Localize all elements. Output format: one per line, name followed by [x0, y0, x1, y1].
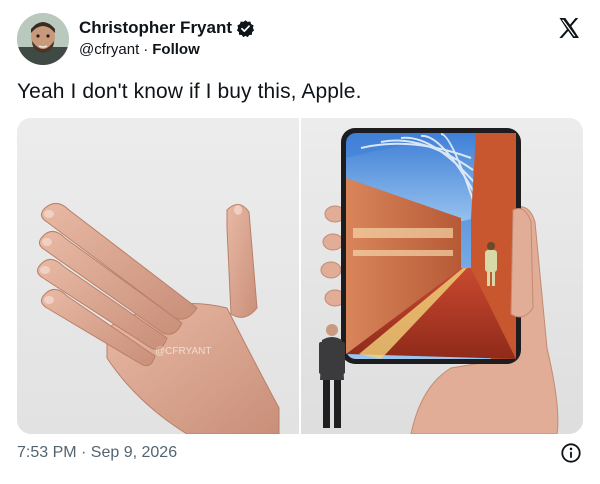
author-info: Christopher Fryant @cfryant · Follow	[79, 17, 255, 58]
handle-row: @cfryant · Follow	[79, 41, 255, 58]
timestamp[interactable]: 7:53 PM · Sep 9, 2026	[17, 444, 177, 462]
post-header: Christopher Fryant @cfryant · Follow	[17, 13, 583, 65]
name-row: Christopher Fryant	[79, 17, 255, 39]
display-name[interactable]: Christopher Fryant	[79, 18, 232, 38]
avatar-image	[17, 13, 69, 65]
hand-photo: @CFRYANT	[17, 118, 299, 434]
follow-button[interactable]: Follow	[152, 41, 200, 58]
info-icon[interactable]	[560, 442, 582, 464]
phone-photo	[301, 118, 583, 434]
avatar[interactable]	[17, 13, 69, 65]
media-image[interactable]: @CFRYANT	[17, 118, 583, 434]
handle[interactable]: @cfryant	[79, 41, 139, 58]
tweet-text: Yeah I don't know if I buy this, Apple.	[17, 80, 362, 103]
watermark: @CFRYANT	[155, 346, 211, 357]
verified-badge-icon	[236, 19, 255, 37]
x-logo-icon[interactable]	[557, 16, 581, 40]
handle-separator: ·	[143, 41, 149, 58]
